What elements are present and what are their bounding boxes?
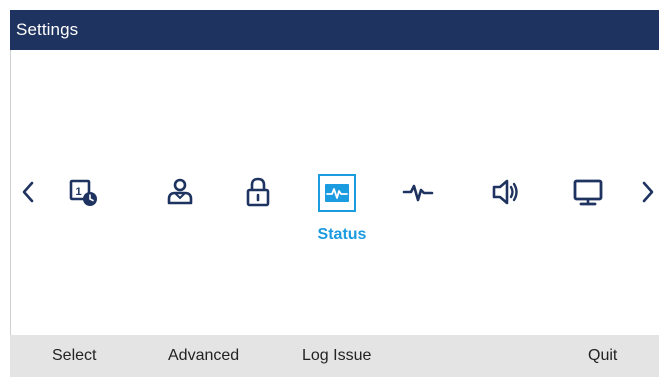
time-date-settings-button[interactable]: 1 <box>62 170 106 214</box>
lock-icon <box>246 177 270 207</box>
status-label: Status <box>317 226 367 243</box>
chevron-right-icon <box>642 181 654 203</box>
audio-settings-button[interactable] <box>484 170 528 214</box>
softkey-bar: Select Advanced Log Issue Quit <box>10 335 659 377</box>
svg-text:1: 1 <box>76 186 82 198</box>
advanced-softkey[interactable]: Advanced <box>168 335 239 377</box>
page-title: Settings <box>16 20 79 39</box>
user-settings-button[interactable] <box>158 170 202 214</box>
user-account-icon <box>167 178 193 205</box>
chevron-left-icon <box>22 181 34 203</box>
quit-softkey[interactable]: Quit <box>588 335 617 377</box>
select-softkey[interactable]: Select <box>52 335 96 377</box>
settings-icon-carousel: 1 Status <box>10 150 659 260</box>
log-issue-softkey[interactable]: Log Issue <box>302 335 371 377</box>
speaker-audio-icon <box>492 179 518 205</box>
next-arrow-button[interactable] <box>636 172 659 212</box>
title-bar: Settings <box>10 10 659 50</box>
display-monitor-icon <box>573 179 603 206</box>
previous-arrow-button[interactable] <box>16 172 40 212</box>
status-settings-button[interactable] <box>318 174 356 212</box>
status-icon <box>325 184 349 202</box>
security-settings-button[interactable] <box>236 170 280 214</box>
display-settings-button[interactable] <box>566 170 610 214</box>
time-date-icon: 1 <box>69 179 97 206</box>
diagnostics-settings-button[interactable] <box>396 170 440 214</box>
diagnostics-pulse-icon <box>402 184 434 202</box>
